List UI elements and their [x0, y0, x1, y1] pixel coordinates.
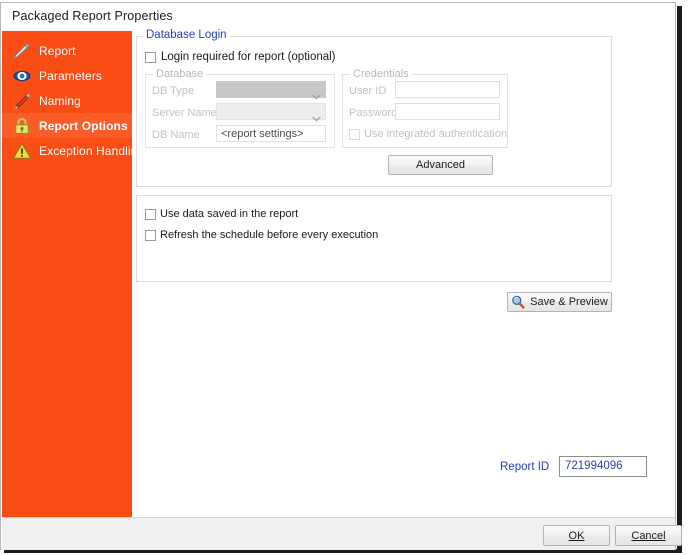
- cancel-button[interactable]: Cancel: [615, 525, 682, 546]
- sidebar-item-naming[interactable]: Naming: [2, 88, 132, 113]
- sidebar-item-label: Report: [39, 43, 76, 58]
- report-id-input[interactable]: 721994096: [559, 456, 647, 477]
- password-label: Password: [349, 107, 398, 119]
- save-and-preview-label: Save & Preview: [530, 296, 608, 308]
- server-name-select[interactable]: [216, 103, 326, 120]
- login-required-label: Login required for report (optional): [161, 51, 336, 63]
- chevron-down-icon[interactable]: [312, 109, 321, 122]
- dialog-footer: OK Cancel: [2, 517, 682, 550]
- login-required-checkbox[interactable]: [145, 52, 156, 63]
- magnifier-icon: [511, 295, 525, 309]
- server-name-label: Server Name: [152, 107, 217, 119]
- sidebar-item-report[interactable]: Report: [2, 38, 132, 63]
- use-saved-data-label: Use data saved in the report: [160, 208, 299, 220]
- sidebar-item-label: Report Options: [39, 118, 128, 133]
- credentials-fieldset-title: Credentials: [350, 68, 412, 80]
- window-title: Packaged Report Properties: [12, 9, 173, 23]
- content-area: Database Login Login required for report…: [132, 29, 675, 517]
- db-name-label: DB Name: [152, 129, 200, 141]
- ok-button[interactable]: OK: [543, 525, 610, 546]
- sidebar-item-exception-handling[interactable]: Exception Handling: [2, 138, 144, 163]
- sidebar-item-label: Parameters: [39, 68, 103, 83]
- ok-button-label: OK: [568, 529, 585, 542]
- user-id-label: User ID: [349, 85, 387, 97]
- db-type-select[interactable]: [216, 81, 326, 98]
- database-login-panel-title: Database Login: [143, 29, 230, 41]
- integrated-auth-checkbox[interactable]: [349, 129, 360, 140]
- refresh-schedule-label: Refresh the schedule before every execut…: [160, 229, 379, 241]
- cancel-button-label: Cancel: [631, 529, 666, 542]
- save-and-preview-button[interactable]: Save & Preview: [507, 292, 612, 312]
- sidebar-item-report-options[interactable]: Report Options: [2, 113, 132, 138]
- pencil-icon: [11, 92, 33, 110]
- lock-icon: [11, 117, 33, 135]
- database-fieldset-title: Database: [153, 68, 207, 80]
- password-input[interactable]: [395, 103, 500, 120]
- pen-icon: [11, 42, 33, 60]
- db-name-input[interactable]: <report settings>: [216, 125, 326, 142]
- advanced-button[interactable]: Advanced: [388, 155, 493, 175]
- properties-dialog-window: Packaged Report Properties Report Parame…: [0, 2, 682, 550]
- screenshot-root: Packaged Report Properties Report Parame…: [0, 0, 688, 555]
- sidebar-navigation: Report Parameters Naming Report Options …: [2, 31, 144, 541]
- sidebar-item-label: Naming: [39, 93, 81, 108]
- warning-triangle-icon: [11, 142, 33, 160]
- report-id-label: Report ID: [500, 461, 550, 473]
- db-type-label: DB Type: [152, 85, 194, 97]
- sidebar-item-label: Exception Handling: [39, 143, 145, 158]
- sidebar-item-parameters[interactable]: Parameters: [2, 63, 132, 88]
- eye-icon: [11, 67, 33, 85]
- title-bar: Packaged Report Properties: [1, 3, 675, 31]
- use-saved-data-checkbox[interactable]: [145, 209, 156, 220]
- refresh-schedule-checkbox[interactable]: [145, 230, 156, 241]
- chevron-down-icon[interactable]: [312, 87, 321, 100]
- user-id-input[interactable]: [395, 81, 500, 98]
- integrated-auth-label: Use integrated authentication: [364, 128, 508, 140]
- window-shadow-right: [677, 6, 682, 552]
